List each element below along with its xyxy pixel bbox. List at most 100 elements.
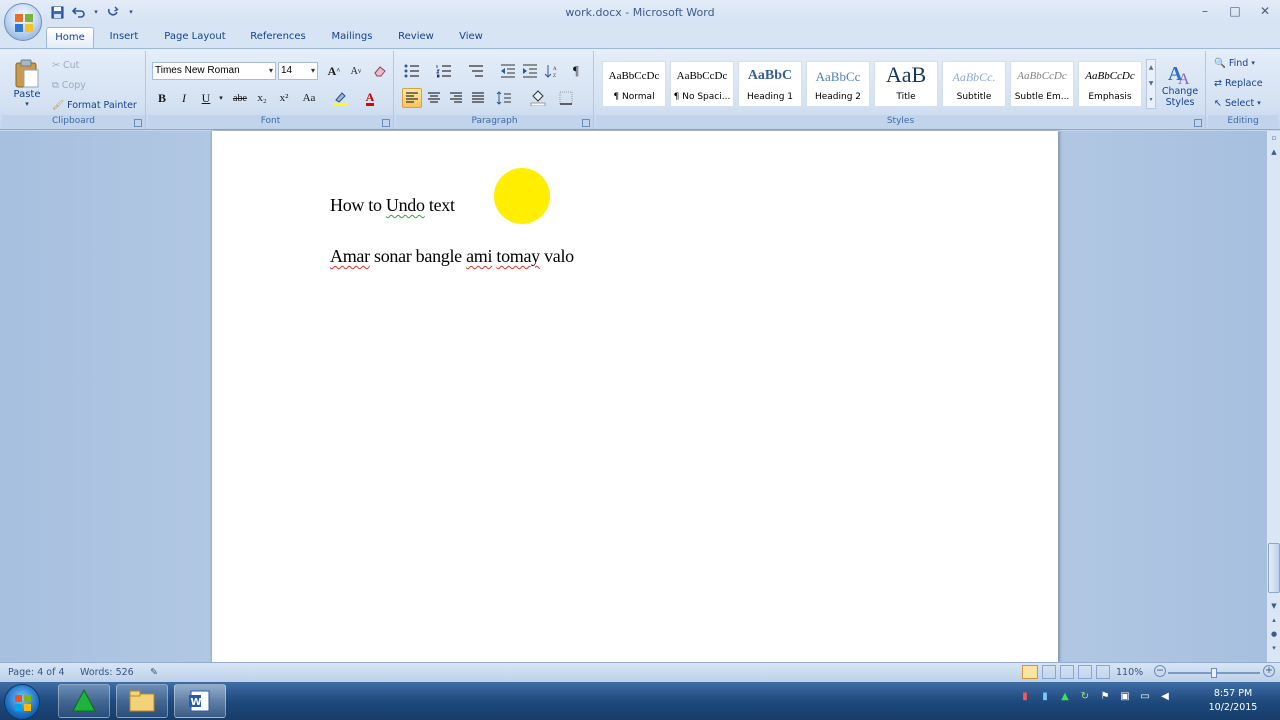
font-color-button[interactable]: A (360, 88, 380, 108)
word-count[interactable]: Words: 526 (80, 667, 134, 678)
sort-button[interactable]: AZ (542, 61, 562, 81)
zoom-out-icon[interactable]: − (1154, 665, 1166, 677)
tab-review[interactable]: Review (392, 27, 440, 48)
tray-flag-icon[interactable]: ⚑ (1098, 690, 1112, 704)
clipboard-launcher-icon[interactable] (134, 119, 142, 127)
document-line-1[interactable]: How to Undo text (330, 195, 455, 216)
tray-refresh-icon[interactable]: ↻ (1078, 690, 1092, 704)
outline-view-icon[interactable] (1078, 665, 1092, 679)
tray-volume-icon[interactable]: ◀ (1158, 690, 1172, 704)
tab-insert[interactable]: Insert (102, 27, 146, 48)
strikethrough-button[interactable]: abe (228, 88, 252, 108)
style-title[interactable]: AaB Title (874, 61, 938, 107)
clock-date: 10/2/2015 (1208, 702, 1258, 713)
bullets-button[interactable] (402, 61, 422, 81)
document-line-2[interactable]: Amar sonar bangle ami tomay valo (330, 246, 574, 267)
paste-button[interactable]: Paste ▾ (6, 53, 48, 113)
zoom-level[interactable]: 110% (1116, 667, 1143, 678)
tab-mailings[interactable]: Mailings (324, 27, 380, 48)
proofing-icon[interactable]: ✎ (150, 667, 158, 678)
align-left-button[interactable] (402, 88, 422, 108)
underline-dropdown-icon[interactable]: ▾ (216, 88, 226, 108)
tab-view[interactable]: View (452, 27, 490, 48)
style-normal[interactable]: AaBbCcDc ¶ Normal (602, 61, 666, 107)
draft-view-icon[interactable] (1096, 665, 1110, 679)
bold-button[interactable]: B (152, 88, 172, 108)
document-page[interactable]: How to Undo text Amar sonar bangle ami t… (212, 131, 1058, 662)
shading-button[interactable] (528, 88, 548, 108)
highlight-button[interactable] (330, 88, 350, 108)
show-marks-button[interactable]: ¶ (566, 61, 586, 81)
scrollbar-thumb[interactable] (1268, 543, 1280, 593)
office-button[interactable] (4, 3, 42, 41)
font-size-combo[interactable]: 14 ▾ (278, 62, 318, 80)
style-subtitle[interactable]: AaBbCc. Subtitle (942, 61, 1006, 107)
style-subtitle-name: Subtitle (956, 92, 992, 102)
web-layout-icon[interactable] (1060, 665, 1074, 679)
find-button[interactable]: 🔍 Find ▾ (1214, 53, 1255, 73)
scroll-down-arrow-icon[interactable]: ▼ (1267, 599, 1280, 613)
style-no-spacing[interactable]: AaBbCcDc ¶ No Spaci... (670, 61, 734, 107)
paragraph-launcher-icon[interactable] (582, 119, 590, 127)
tray-app-blue-icon[interactable]: ▮ (1038, 690, 1052, 704)
ruler-toggle-icon[interactable]: ▫ (1267, 131, 1280, 145)
tab-references[interactable]: References (244, 27, 312, 48)
grow-font-button[interactable]: A ^ (324, 61, 344, 81)
styles-gallery-scroll[interactable]: ▲ ▼ ▾ (1146, 59, 1156, 109)
cut-button[interactable]: ✂ Cut (52, 55, 79, 75)
clear-formatting-button[interactable] (370, 61, 390, 81)
change-styles-button[interactable]: AA Change Styles (1158, 53, 1202, 115)
style-subtle-emphasis[interactable]: AaBbCcDc Subtle Em... (1010, 61, 1074, 107)
tray-display-icon[interactable]: ▭ (1138, 690, 1152, 704)
numbering-button[interactable] (434, 61, 454, 81)
taskbar-clock[interactable]: 8:57 PM 10/2/2015 (1202, 687, 1264, 715)
next-page-icon[interactable]: ▾ (1267, 641, 1280, 655)
style-subtle-emphasis-name: Subtle Em... (1014, 92, 1070, 102)
taskbar-app-green[interactable] (58, 684, 110, 718)
print-layout-view-icon[interactable] (1022, 665, 1038, 679)
change-case-button[interactable]: Aa (296, 88, 322, 108)
replace-button[interactable]: ⇄ Replace (1214, 73, 1263, 93)
style-emphasis[interactable]: AaBbCcDc Emphasis (1078, 61, 1142, 107)
zoom-in-icon[interactable]: + (1263, 665, 1275, 677)
tray-app-red-icon[interactable]: ▮ (1018, 690, 1032, 704)
styles-launcher-icon[interactable] (1194, 119, 1202, 127)
justify-button[interactable] (468, 88, 488, 108)
maximize-button[interactable]: □ (1220, 0, 1250, 22)
align-center-button[interactable] (424, 88, 444, 108)
subscript-button[interactable]: x₂ (252, 88, 272, 108)
taskbar-explorer[interactable] (116, 684, 168, 718)
borders-button[interactable] (556, 88, 576, 108)
previous-page-icon[interactable]: ▴ (1267, 613, 1280, 627)
style-heading-2[interactable]: AaBbCc Heading 2 (806, 61, 870, 107)
browse-object-icon[interactable]: ● (1267, 627, 1280, 641)
close-button[interactable]: ✕ (1250, 0, 1280, 22)
underline-button[interactable]: U (196, 88, 216, 108)
decrease-indent-button[interactable] (498, 61, 518, 81)
tab-home[interactable]: Home (46, 27, 94, 48)
select-button[interactable]: ↖ Select ▾ (1214, 93, 1261, 113)
shrink-font-button[interactable]: Av (346, 61, 366, 81)
line-spacing-button[interactable] (494, 88, 514, 108)
font-launcher-icon[interactable] (382, 119, 390, 127)
taskbar-word[interactable]: W (174, 684, 226, 718)
minimize-button[interactable]: – (1190, 0, 1220, 22)
vertical-scrollbar[interactable]: ▫ ▲ ▼ ▴ ● ▾ (1266, 131, 1280, 662)
scroll-up-arrow-icon[interactable]: ▲ (1267, 145, 1280, 159)
start-button[interactable] (4, 684, 40, 720)
zoom-slider-knob[interactable] (1211, 668, 1217, 678)
tray-network-icon[interactable]: ▣ (1118, 690, 1132, 704)
increase-indent-button[interactable] (520, 61, 540, 81)
tray-triangle-icon[interactable]: ▲ (1058, 690, 1072, 704)
copy-button[interactable]: ⧉ Copy (52, 75, 86, 95)
font-name-combo[interactable]: Times New Roman ▾ (152, 62, 276, 80)
multilevel-list-button[interactable] (466, 61, 486, 81)
page-count[interactable]: Page: 4 of 4 (8, 667, 65, 678)
align-right-button[interactable] (446, 88, 466, 108)
full-screen-reading-icon[interactable] (1042, 665, 1056, 679)
style-heading-1[interactable]: AaBbC Heading 1 (738, 61, 802, 107)
italic-button[interactable]: I (174, 88, 194, 108)
format-painter-button[interactable]: 🖌 Format Painter (52, 95, 137, 115)
tab-page-layout[interactable]: Page Layout (158, 27, 232, 48)
superscript-button[interactable]: x² (274, 88, 294, 108)
